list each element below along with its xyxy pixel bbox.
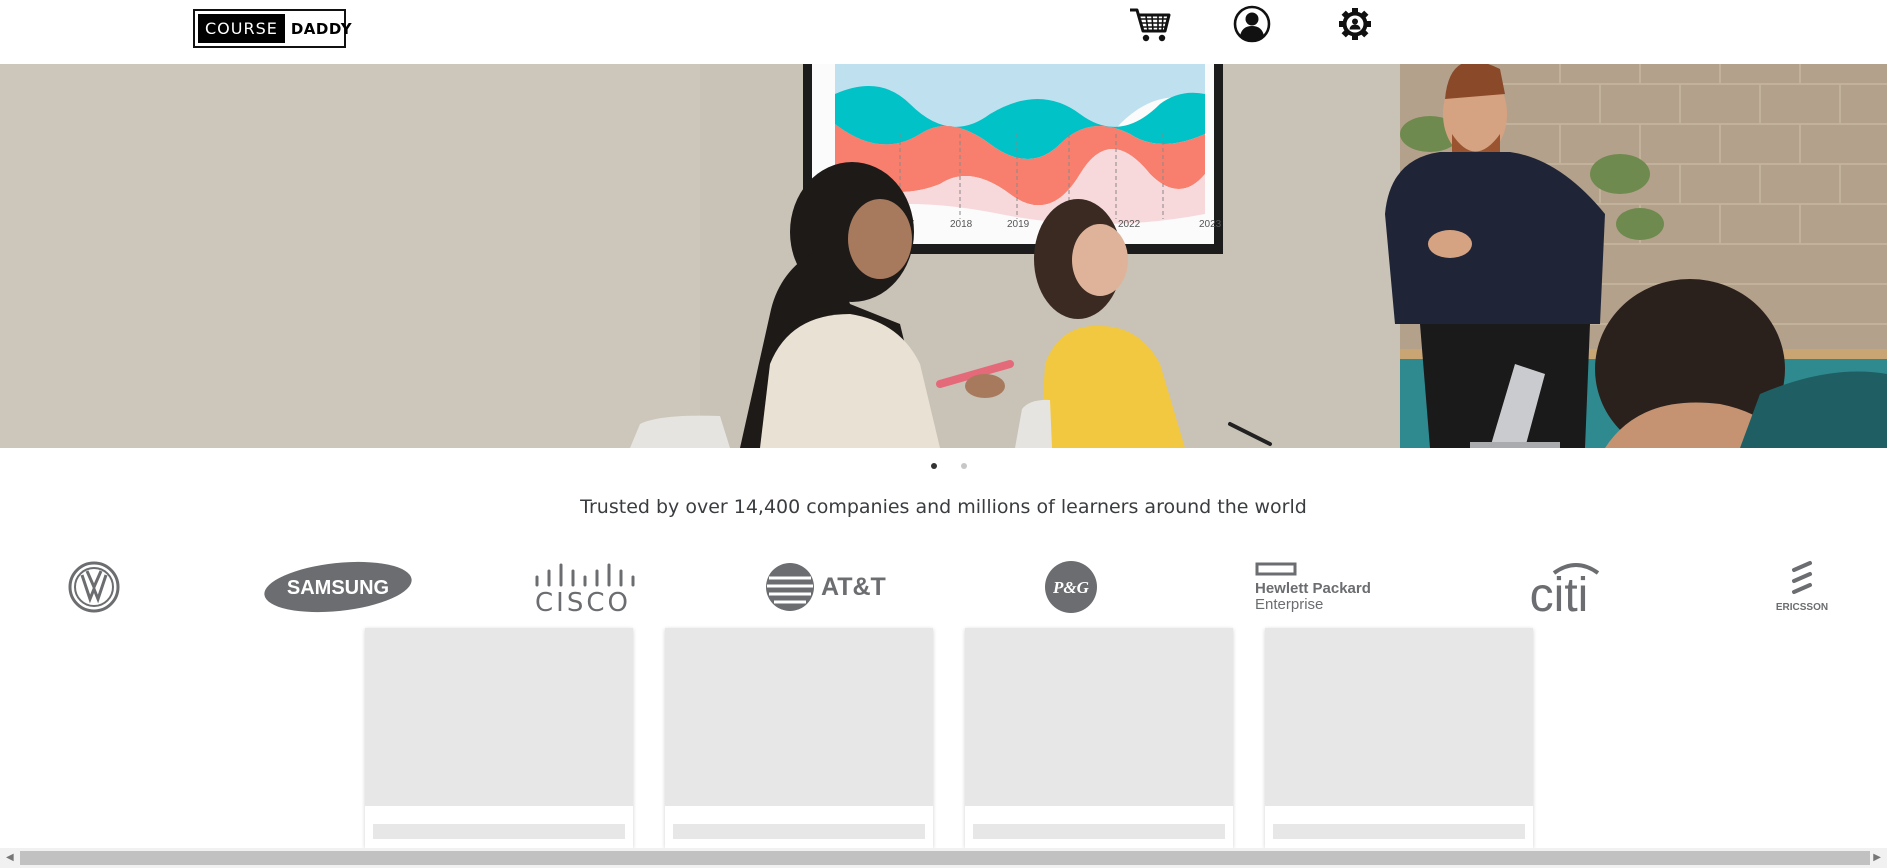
cisco-logo: CISCO: [527, 559, 637, 615]
horizontal-scrollbar[interactable]: ◀ ▶: [0, 848, 1887, 868]
pg-logo-text: P&G: [1052, 578, 1090, 597]
samsung-logo-text: SAMSUNG: [287, 577, 389, 599]
trusted-by-text: Trusted by over 14,400 companies and mil…: [580, 496, 1307, 518]
logo-daddy-text: DADDY: [290, 19, 353, 38]
card-title-placeholder: [1273, 824, 1525, 839]
card-title-placeholder: [973, 824, 1225, 839]
att-logo: AT&T: [765, 559, 890, 615]
course-card-loading[interactable]: [665, 628, 933, 848]
hewlett-packard-enterprise-logo: Hewlett Packard Enterprise: [1255, 559, 1385, 615]
scrollbar-thumb[interactable]: [20, 851, 1870, 865]
course-card-loading[interactable]: [365, 628, 633, 848]
carousel-dot-2[interactable]: [961, 463, 967, 469]
cart-icon[interactable]: [1128, 4, 1172, 44]
hero-year-label: 2022: [1118, 219, 1141, 230]
card-thumbnail-placeholder: [1265, 628, 1533, 806]
scroll-right-arrow-icon[interactable]: ▶: [1873, 852, 1881, 863]
citi-logo: citi: [1518, 559, 1600, 615]
volkswagen-logo: [68, 559, 120, 615]
user-profile-icon[interactable]: [1230, 4, 1274, 44]
hero-year-label: 2019: [1007, 219, 1030, 230]
att-logo-text: AT&T: [821, 573, 886, 601]
pg-logo: P&G: [1044, 559, 1098, 615]
carousel-dot-1[interactable]: [931, 463, 937, 469]
carousel-indicators: [0, 463, 1887, 475]
citi-logo-text: citi: [1530, 569, 1589, 613]
cisco-logo-text: CISCO: [535, 588, 631, 613]
scroll-left-arrow-icon[interactable]: ◀: [6, 852, 14, 863]
hero-year-label: 2018: [950, 219, 973, 230]
course-card-loading[interactable]: [965, 628, 1233, 848]
ericsson-logo: ERICSSON: [1770, 559, 1834, 615]
ericsson-logo-text: ERICSSON: [1776, 602, 1828, 613]
card-title-placeholder: [673, 824, 925, 839]
site-header: COURSE DADDY: [0, 0, 1887, 64]
hero-banner-image: 2017 2018 2019 2022 2023: [0, 64, 1887, 448]
logo-course-text: COURSE: [198, 14, 285, 43]
samsung-logo: SAMSUNG: [263, 559, 413, 615]
hpe-logo-line1: Hewlett Packard: [1255, 580, 1371, 597]
course-daddy-logo[interactable]: COURSE DADDY: [193, 9, 352, 48]
hpe-logo-line2: Enterprise: [1255, 596, 1323, 613]
hero-year-label: 2023: [1199, 219, 1222, 230]
course-card-loading[interactable]: [1265, 628, 1533, 848]
card-title-placeholder: [373, 824, 625, 839]
card-thumbnail-placeholder: [665, 628, 933, 806]
settings-gear-icon[interactable]: [1333, 4, 1377, 44]
card-thumbnail-placeholder: [965, 628, 1233, 806]
card-thumbnail-placeholder: [365, 628, 633, 806]
